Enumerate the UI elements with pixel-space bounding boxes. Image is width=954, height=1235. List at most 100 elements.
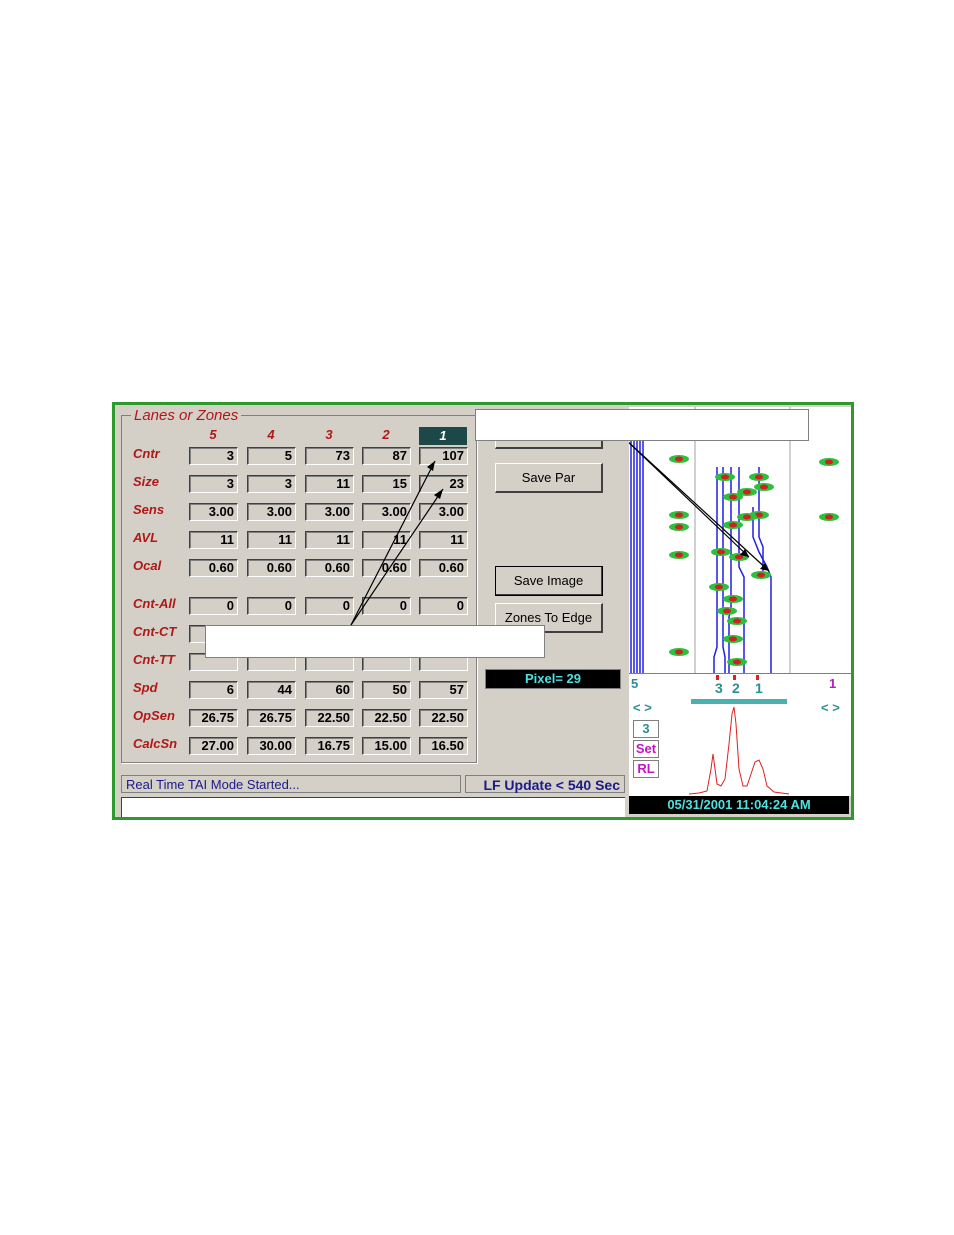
cell-calcsn-4[interactable]: 30.00 — [247, 737, 296, 755]
cell-sens-1[interactable]: 3.00 — [419, 503, 468, 521]
cell-opsen-2[interactable]: 22.50 — [362, 709, 411, 727]
nav-left-arrows[interactable]: < > — [633, 700, 652, 715]
gel-band-core-22 — [825, 459, 833, 465]
cell-size-1[interactable]: 23 — [419, 475, 468, 493]
lf-update-status: LF Update < 540 Sec — [465, 775, 625, 793]
rl-button[interactable]: RL — [633, 760, 659, 778]
group-title: Lanes or Zones — [131, 407, 242, 424]
cell-size-5[interactable]: 3 — [189, 475, 238, 493]
cell-opsen-1[interactable]: 22.50 — [419, 709, 468, 727]
gel-band-core-12 — [743, 514, 751, 520]
cell-avl-5[interactable]: 11 — [189, 531, 238, 549]
cell-cntr-1[interactable]: 107 — [419, 447, 468, 465]
row-label-size: Size — [133, 474, 160, 489]
row-label-calcsn: CalcSn — [133, 736, 178, 751]
gel-band-core-3 — [675, 552, 683, 558]
gel-band-core-23 — [825, 514, 833, 520]
save-par-button[interactable]: Save Par — [495, 463, 603, 493]
row-label-cnt-tt: Cnt-TT — [133, 652, 175, 667]
zone-label-2[interactable]: 2 — [732, 680, 740, 696]
gel-band-core-16 — [715, 584, 723, 590]
cell-avl-1[interactable]: 11 — [419, 531, 468, 549]
cell-calcsn-5[interactable]: 27.00 — [189, 737, 238, 755]
zone-label-1[interactable]: 1 — [755, 680, 763, 696]
cell-avl-2[interactable]: 11 — [362, 531, 411, 549]
pixel-readout: Pixel= 29 — [485, 669, 621, 689]
cell-cnt-all-2[interactable]: 0 — [362, 597, 411, 615]
cell-calcsn-2[interactable]: 15.00 — [362, 737, 411, 755]
cell-cnt-all-5[interactable]: 0 — [189, 597, 238, 615]
nav-right-arrows[interactable]: < > — [821, 700, 840, 715]
column-header-2[interactable]: 2 — [362, 427, 410, 442]
save-image-button[interactable]: Save Image — [495, 566, 603, 596]
set-button[interactable]: Set — [633, 740, 659, 758]
row-label-avl: AVL — [133, 530, 159, 545]
row-label-spd: Spd — [133, 680, 158, 695]
cell-sens-2[interactable]: 3.00 — [362, 503, 411, 521]
cell-spd-1[interactable]: 57 — [419, 681, 468, 699]
cell-ocal-5[interactable]: 0.60 — [189, 559, 238, 577]
gel-band-core-19 — [733, 618, 741, 624]
gel-band-core-9 — [729, 494, 737, 500]
gel-band-core-13 — [717, 549, 725, 555]
cell-cntr-4[interactable]: 5 — [247, 447, 296, 465]
gel-band-core-2 — [675, 524, 683, 530]
row-label-ocal: Ocal — [133, 558, 162, 573]
cell-spd-4[interactable]: 44 — [247, 681, 296, 699]
zone-label-3[interactable]: 3 — [715, 680, 723, 696]
command-input[interactable] — [121, 797, 625, 817]
cell-calcsn-1[interactable]: 16.50 — [419, 737, 468, 755]
datetime-display: 05/31/2001 11:04:24 AM — [629, 796, 849, 814]
densitometry-trace — [688, 675, 790, 795]
cell-spd-5[interactable]: 6 — [189, 681, 238, 699]
trace-line — [688, 706, 790, 795]
gel-band-core-6 — [755, 474, 763, 480]
cell-cntr-3[interactable]: 73 — [305, 447, 354, 465]
cell-avl-3[interactable]: 11 — [305, 531, 354, 549]
trace-panel: 5 321 1 < > < > 3 Set RL — [629, 673, 851, 796]
row-label-cnt-all: Cnt-All — [133, 596, 176, 611]
cell-cntr-2[interactable]: 87 — [362, 447, 411, 465]
row-label-cnt-ct: Cnt-CT — [133, 624, 177, 639]
cell-opsen-5[interactable]: 26.75 — [189, 709, 238, 727]
gel-image-viewer[interactable] — [629, 407, 851, 673]
application-window: Lanes or Zones 54321 Cntr 3 5 73 87 107 Size 3 3… — [112, 402, 854, 820]
row-label-sens: Sens — [133, 502, 165, 517]
gel-image — [629, 407, 839, 673]
gel-band-core-15 — [757, 572, 765, 578]
cell-opsen-4[interactable]: 26.75 — [247, 709, 296, 727]
cell-avl-4[interactable]: 11 — [247, 531, 296, 549]
cell-ocal-4[interactable]: 0.60 — [247, 559, 296, 577]
gel-band-core-8 — [760, 484, 768, 490]
gel-band-core-1 — [675, 512, 683, 518]
cell-calcsn-3[interactable]: 16.75 — [305, 737, 354, 755]
cell-ocal-3[interactable]: 0.60 — [305, 559, 354, 577]
gel-band-core-5 — [721, 474, 729, 480]
cell-opsen-3[interactable]: 22.50 — [305, 709, 354, 727]
cell-size-3[interactable]: 11 — [305, 475, 354, 493]
column-header-3[interactable]: 3 — [305, 427, 353, 442]
cell-cntr-5[interactable]: 3 — [189, 447, 238, 465]
cell-cnt-all-3[interactable]: 0 — [305, 597, 354, 615]
cell-sens-3[interactable]: 3.00 — [305, 503, 354, 521]
row-label-opsen: OpSen — [133, 708, 175, 723]
cell-sens-4[interactable]: 3.00 — [247, 503, 296, 521]
column-header-4[interactable]: 4 — [247, 427, 295, 442]
status-message: Real Time TAI Mode Started... — [121, 775, 461, 793]
gel-band-core-11 — [729, 522, 737, 528]
gel-band-core-18 — [723, 608, 731, 614]
column-header-5[interactable]: 5 — [189, 427, 237, 442]
cell-size-2[interactable]: 15 — [362, 475, 411, 493]
cell-spd-2[interactable]: 50 — [362, 681, 411, 699]
cell-ocal-1[interactable]: 0.60 — [419, 559, 468, 577]
cell-cnt-all-1[interactable]: 0 — [419, 597, 468, 615]
cell-sens-5[interactable]: 3.00 — [189, 503, 238, 521]
cell-size-4[interactable]: 3 — [247, 475, 296, 493]
zone-count-box[interactable]: 3 — [633, 720, 659, 738]
column-header-1[interactable]: 1 — [419, 427, 467, 445]
cell-ocal-2[interactable]: 0.60 — [362, 559, 411, 577]
gel-band-core-4 — [675, 649, 683, 655]
cell-cnt-all-4[interactable]: 0 — [247, 597, 296, 615]
cell-spd-3[interactable]: 60 — [305, 681, 354, 699]
annotation-callout-grid — [205, 625, 545, 658]
